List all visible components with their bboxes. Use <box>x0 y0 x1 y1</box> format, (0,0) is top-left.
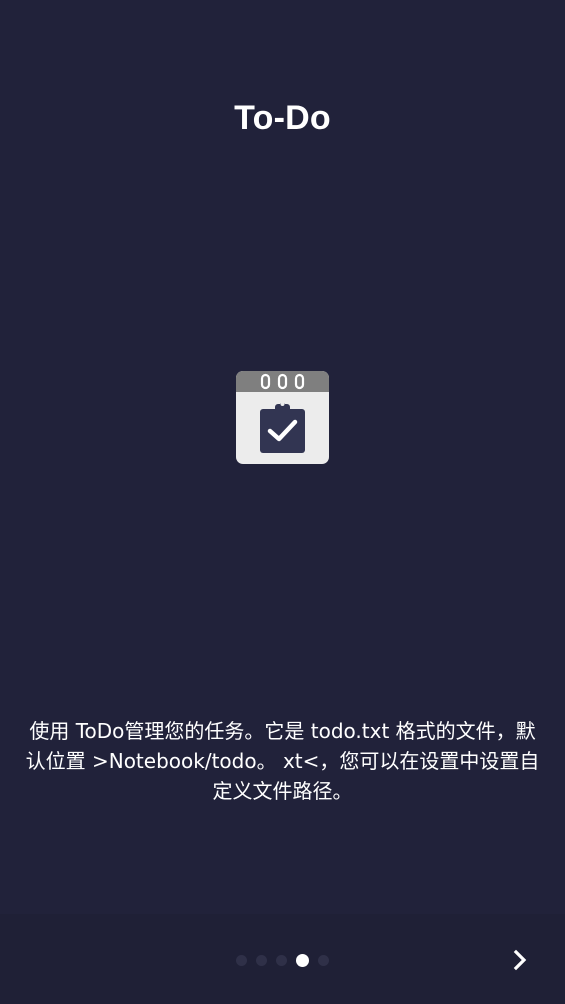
chevron-right-icon <box>513 949 527 971</box>
page-indicator-dot <box>236 954 247 966</box>
page-indicator-dot <box>276 954 287 966</box>
next-button[interactable] <box>500 940 540 980</box>
calendar-checklist-icon <box>236 371 329 464</box>
page-title: To-Do <box>234 99 331 137</box>
page-indicator-dot <box>318 954 329 966</box>
page-indicator-dot-active <box>296 953 309 967</box>
onboarding-description: 使用 ToDo管理您的任务。它是 todo.txt 格式的文件，默认位置 >No… <box>25 719 540 803</box>
page-indicator-dot <box>256 954 267 966</box>
page-indicator <box>236 952 338 968</box>
